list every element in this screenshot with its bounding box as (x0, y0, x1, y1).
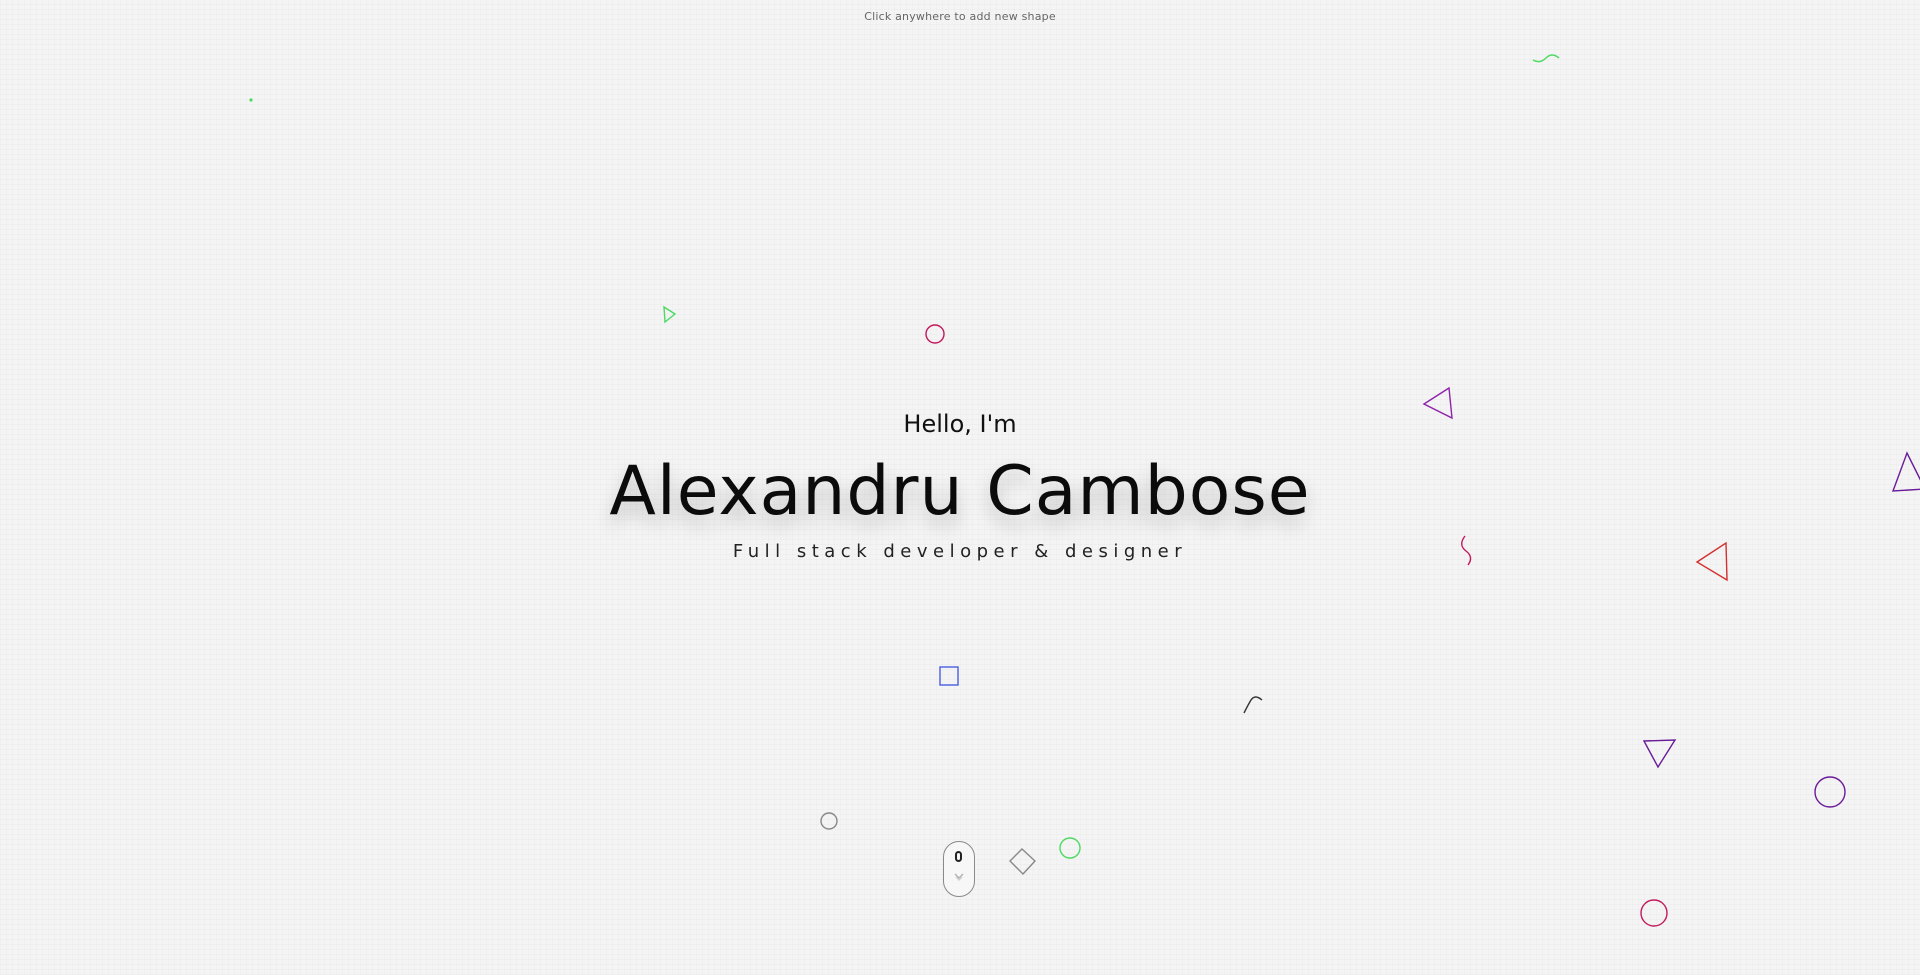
mouse-wheel-icon (955, 851, 962, 862)
squiggle-shape (1532, 54, 1560, 63)
hero-role: Full stack developer & designer (732, 541, 1188, 562)
circle-shape (1814, 776, 1846, 808)
circle-shape (1640, 899, 1668, 927)
add-shape-hint: Click anywhere to add new shape (864, 10, 1056, 23)
dot-shape (249, 98, 253, 102)
circle-shape (925, 324, 945, 344)
triangle-shape (663, 305, 677, 324)
chevron-down-icon (954, 873, 964, 881)
hero-greeting: Hello, I'm (903, 410, 1017, 438)
scroll-down-indicator[interactable] (943, 841, 975, 897)
squiggle-shape (1243, 696, 1263, 714)
circle-shape (1059, 837, 1081, 859)
diamond-shape (1009, 848, 1036, 876)
hero-name: Alexandru Cambose (609, 452, 1311, 531)
triangle-shape (1642, 739, 1677, 769)
square-shape (939, 666, 959, 686)
circle-shape (820, 812, 838, 830)
